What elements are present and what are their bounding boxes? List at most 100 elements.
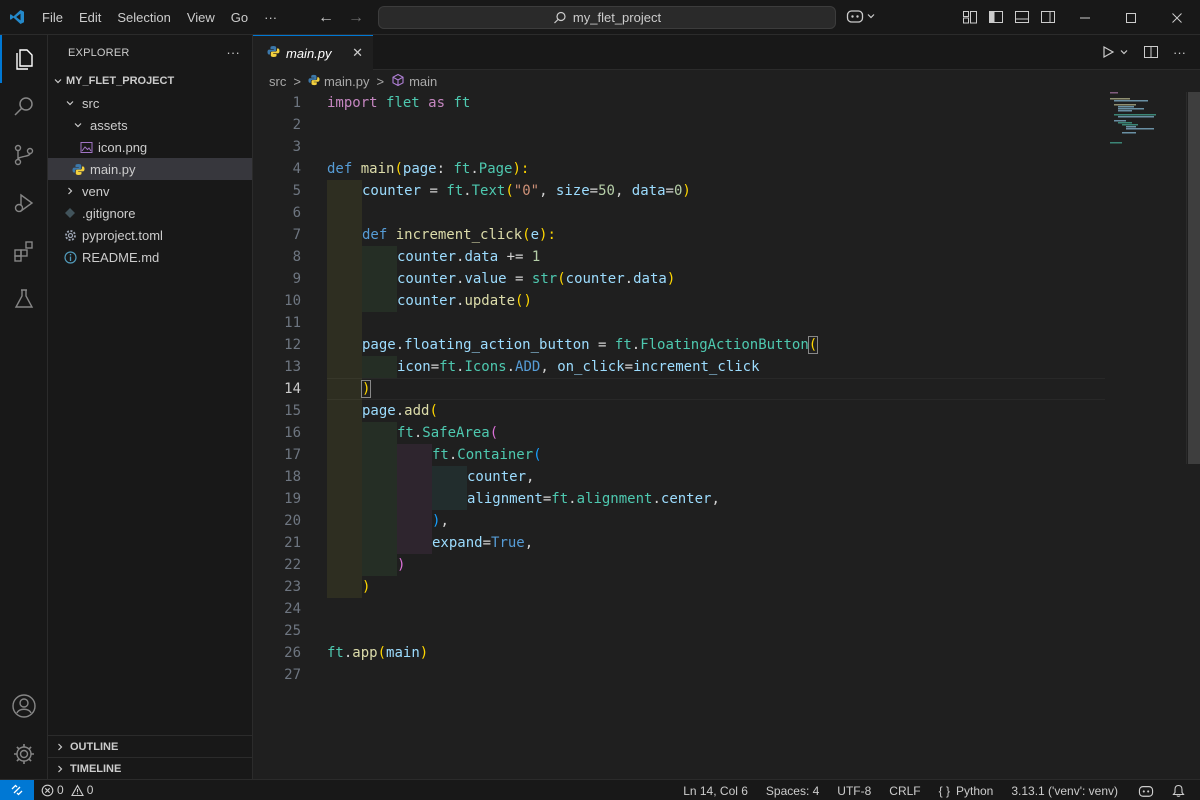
explorer-sidebar: EXPLORER ··· MY_FLET_PROJECT src assets … [48,35,253,779]
indent-guide [327,444,362,466]
editor-tab-bar: main.py ✕ ··· [253,35,1200,70]
remote-indicator[interactable] [0,779,34,800]
indent-guide [327,224,362,246]
line-number: 8 [292,249,301,265]
status-right-group: Ln 14, Col 6 Spaces: 4 UTF-8 CRLF { } Py… [676,780,1192,800]
maximize-button[interactable] [1108,0,1154,35]
line-number: 6 [292,205,301,221]
activity-testing[interactable] [0,275,48,323]
chevron-right-icon [62,186,78,196]
menu-file[interactable]: File [34,0,71,35]
indent-guide [327,532,362,554]
scrollbar-thumb[interactable] [1188,92,1200,464]
indent-guide [327,422,362,444]
tree-item-src[interactable]: src [48,92,252,114]
tree-item-gitignore[interactable]: .gitignore [48,202,252,224]
line-number: 4 [292,161,301,177]
menu-selection[interactable]: Selection [109,0,178,35]
line-number: 1 [292,95,301,111]
indent-guide [362,246,397,268]
indent-guide [397,510,432,532]
tree-root-folder[interactable]: MY_FLET_PROJECT [48,70,252,92]
editor-actions: ··· [1101,44,1186,60]
activity-extensions[interactable] [0,227,48,275]
menu-go[interactable]: Go [223,0,256,35]
tree-item-main-py[interactable]: main.py [48,158,252,180]
breadcrumb-symbol[interactable]: main [409,74,437,89]
tree-item-pyproject[interactable]: pyproject.toml [48,224,252,246]
activity-explorer[interactable] [0,35,48,83]
activity-source-control[interactable] [0,131,48,179]
line-number: 10 [284,293,301,309]
indent-guide [432,466,467,488]
encoding-status[interactable]: UTF-8 [830,780,878,800]
menu-edit[interactable]: Edit [71,0,109,35]
tree-item-venv[interactable]: venv [48,180,252,202]
more-actions-icon[interactable]: ··· [1173,45,1186,60]
indent-guide [397,488,432,510]
activity-manage[interactable] [0,730,48,778]
language-mode[interactable]: { } Python [932,780,1001,800]
indent-guide [327,576,362,598]
close-window-button[interactable] [1154,0,1200,35]
code-editor[interactable]: 1 2 3 4 5 6 7 8 9 10 11 12 13 14 15 16 1… [253,92,1200,779]
tree-item-icon-png[interactable]: icon.png [48,136,252,158]
breadcrumb-separator: > [293,73,301,89]
code-line: alignment=ft.alignment.center, [467,491,720,507]
eol-status[interactable]: CRLF [882,780,927,800]
language-label: Python [956,783,994,798]
indent-guide [327,290,362,312]
close-icon [1172,12,1182,23]
outline-label: OUTLINE [70,740,119,753]
code-line-current: ) [360,380,372,398]
minimize-button[interactable] [1062,0,1108,35]
copilot-button[interactable] [846,8,876,24]
activity-search[interactable] [0,83,48,131]
line-number-current: 14 [284,381,301,397]
indentation-status[interactable]: Spaces: 4 [759,780,826,800]
customize-layout-icon[interactable] [962,9,978,25]
tab-main-py[interactable]: main.py ✕ [253,35,373,70]
minimap[interactable] [1106,92,1186,152]
toggle-secondary-sidebar-icon[interactable] [1040,9,1056,25]
vertical-scrollbar[interactable] [1186,92,1200,464]
command-center-search[interactable]: my_flet_project [378,6,836,29]
line-number: 20 [284,513,301,529]
tree-item-assets[interactable]: assets [48,114,252,136]
activity-run-debug[interactable] [0,179,48,227]
python-interpreter[interactable]: 3.13.1 ('venv': venv) [1004,780,1125,800]
breadcrumb-folder[interactable]: src [269,74,286,89]
line-number: 5 [292,183,301,199]
menu-more-button[interactable]: ··· [256,0,285,35]
tree-item-readme[interactable]: README.md [48,246,252,268]
extensions-icon [14,241,33,262]
tab-close-icon[interactable]: ✕ [352,45,363,61]
tree-item-label: assets [90,117,128,133]
indent-guide [362,422,397,444]
timeline-section[interactable]: TIMELINE [48,757,252,779]
explorer-more-button[interactable]: ··· [226,45,240,60]
activity-accounts[interactable] [0,682,48,730]
toggle-primary-sidebar-icon[interactable] [988,9,1004,25]
run-python-button[interactable] [1101,45,1129,59]
remote-icon [11,784,23,796]
breadcrumb-file[interactable]: main.py [324,74,370,89]
cursor-position[interactable]: Ln 14, Col 6 [676,780,755,800]
code-line: counter = ft.Text("0", size=50, data=0) [362,183,691,199]
python-file-icon [308,74,320,89]
outline-section[interactable]: OUTLINE [48,735,252,757]
copilot-icon [846,10,864,23]
back-arrow-icon[interactable]: ← [318,9,334,27]
line-number: 26 [284,645,301,661]
notifications-button[interactable] [1165,780,1192,800]
image-file-icon [78,139,94,155]
toggle-panel-icon[interactable] [1014,9,1030,25]
copilot-status[interactable] [1131,780,1161,800]
forward-arrow-icon[interactable]: → [348,9,364,27]
text-cursor [370,380,372,398]
problems-status[interactable]: 0 0 [34,780,100,800]
split-editor-icon[interactable] [1143,44,1159,60]
files-icon [16,49,33,70]
indent-guide [327,466,362,488]
menu-view[interactable]: View [179,0,223,35]
